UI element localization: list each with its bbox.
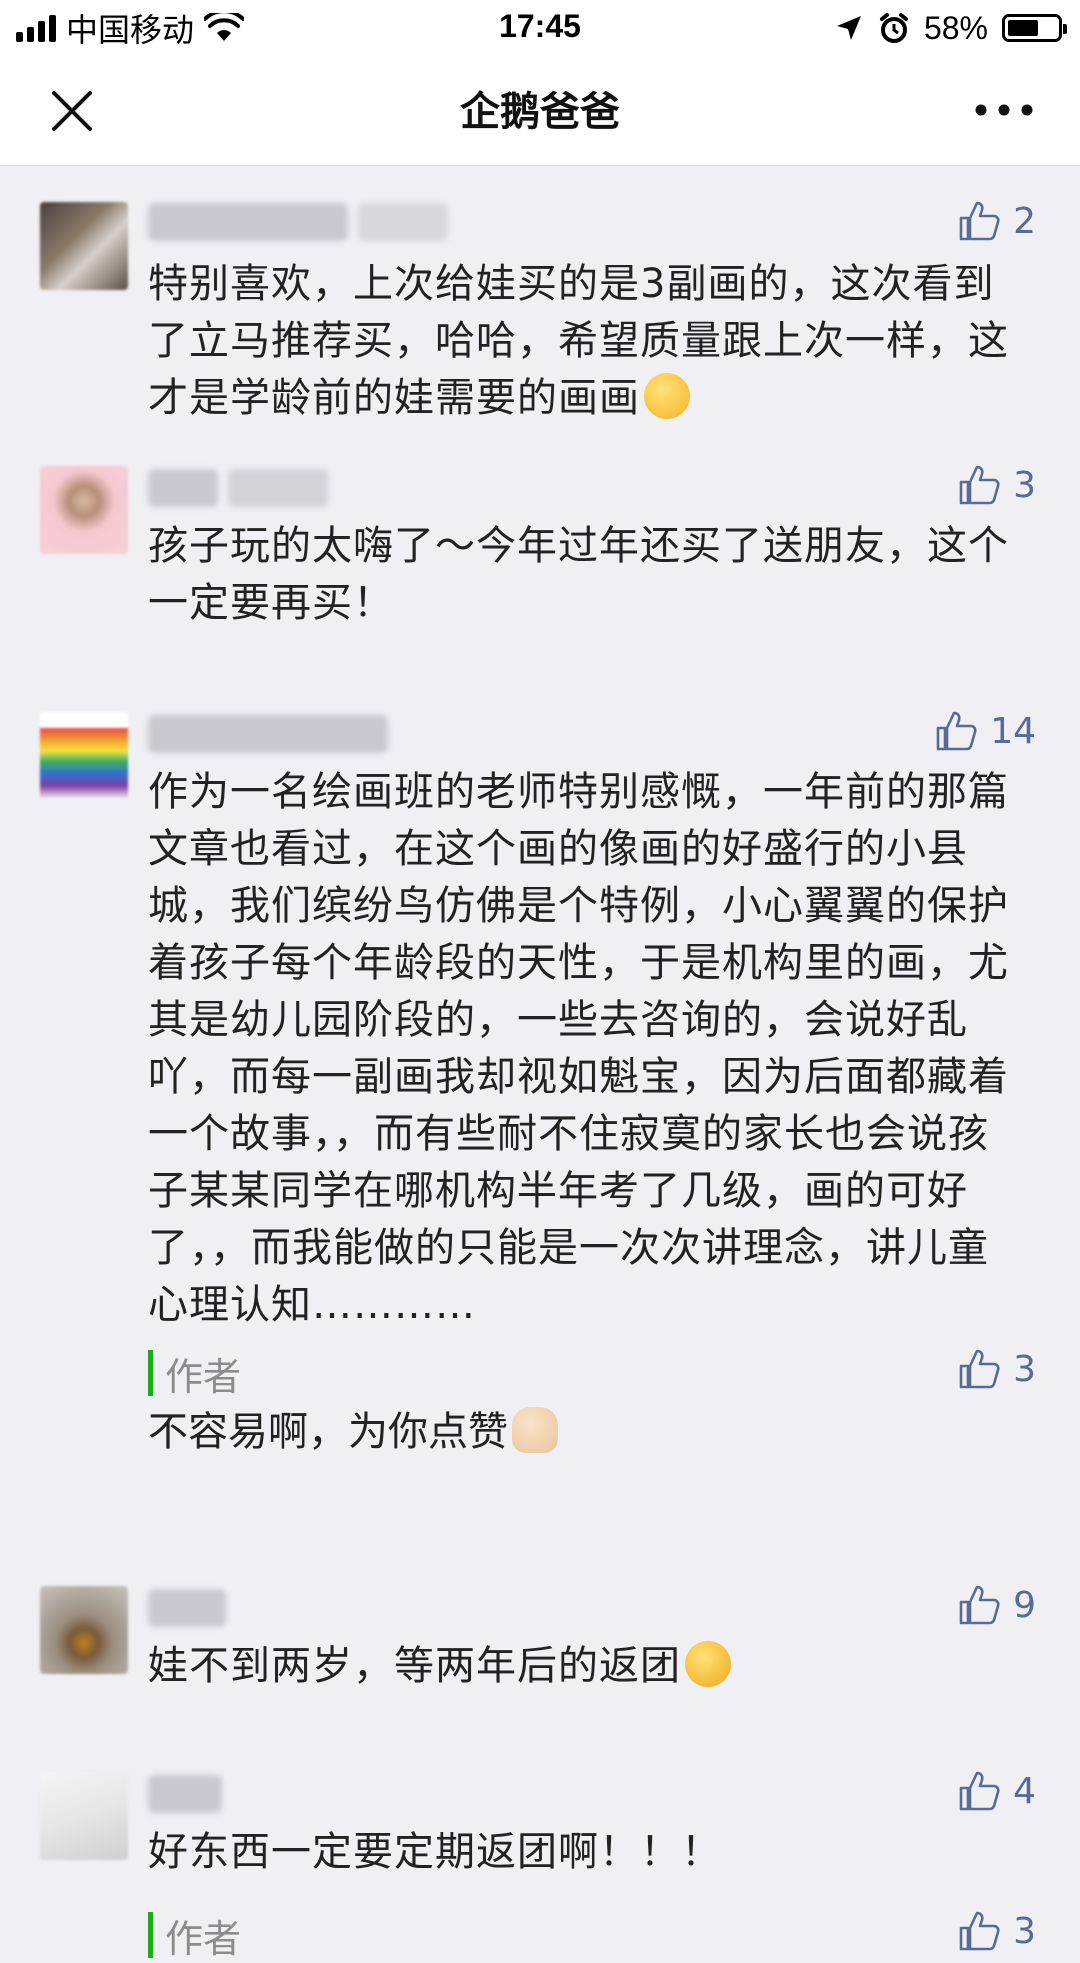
like-button[interactable]: 4: [957, 1766, 1036, 1816]
comment-text: 孩子玩的太嗨了～今年过年还买了送朋友，这个一定要再买！: [148, 523, 1009, 626]
author-reply: 作者 不容易啊，为你点赞: [148, 1350, 1028, 1461]
avatar[interactable]: [40, 466, 128, 554]
avatar[interactable]: [40, 202, 128, 290]
status-bar: 中国移动 17:45 58%: [0, 0, 1080, 55]
like-count: 2: [1013, 200, 1036, 242]
like-count: 3: [1013, 1910, 1036, 1952]
nickname: [148, 466, 328, 510]
page-title: 企鹅爸爸: [460, 89, 620, 135]
like-count: 4: [1013, 1770, 1036, 1812]
like-button[interactable]: 14: [934, 706, 1036, 756]
like-button[interactable]: 9: [957, 1580, 1036, 1630]
like-count: 3: [1013, 1348, 1036, 1390]
nickname: [148, 200, 448, 244]
author-reply-body: 不容易啊，为你点赞: [148, 1409, 508, 1455]
author-reply: 作者: [148, 1912, 1028, 1961]
avatar[interactable]: [40, 1586, 128, 1674]
author-like-button[interactable]: 3: [957, 1906, 1036, 1956]
comment-text: 特别喜欢，上次给娃买的是3副画的，这次看到了立马推荐买，哈哈，希望质量跟上次一样…: [148, 256, 1028, 427]
thumbs-up-icon: [936, 711, 977, 751]
comment-text: 娃不到两岁，等两年后的返团: [148, 1638, 1028, 1695]
like-button[interactable]: 2: [957, 196, 1036, 246]
like-button[interactable]: 3: [957, 460, 1036, 510]
thumbs-up-icon: [959, 465, 1000, 505]
author-label: 作者: [148, 1912, 1028, 1961]
thumbs-up-icon: [959, 1911, 1000, 1951]
nickname: [148, 1772, 222, 1816]
comment-body: 娃不到两岁，等两年后的返团: [148, 1643, 681, 1689]
comment-text: 好东西一定要定期返团啊！！！: [148, 1829, 722, 1875]
battery-percent: 58%: [923, 9, 988, 46]
battery-icon: [1002, 14, 1067, 42]
author-label: 作者: [148, 1350, 1028, 1399]
comment-body: 特别喜欢，上次给娃买的是3副画的，这次看到了立马推荐买，哈哈，希望质量跟上次一样…: [148, 261, 1009, 421]
status-right: 58%: [834, 8, 1067, 48]
thumbs-up-emoji-icon: [512, 1407, 558, 1453]
thumbs-up-icon: [959, 1585, 1000, 1625]
thinking-emoji-icon: [644, 373, 690, 419]
author-like-button[interactable]: 3: [957, 1344, 1036, 1394]
like-count: 9: [1013, 1584, 1036, 1626]
crying-laughing-emoji-icon: [685, 1641, 731, 1687]
thumbs-up-icon: [959, 201, 1000, 241]
alarm-icon: [879, 13, 908, 43]
thumbs-up-icon: [959, 1349, 1000, 1389]
nickname: [148, 712, 388, 756]
more-icon[interactable]: [974, 103, 1034, 117]
author-reply-text: 不容易啊，为你点赞: [148, 1404, 1028, 1461]
like-count: 3: [1013, 464, 1036, 506]
avatar[interactable]: [40, 1772, 128, 1860]
comment-text: 作为一名绘画班的老师特别感慨，一年前的那篇文章也看过，在这个画的像画的好盛行的小…: [148, 769, 1009, 1328]
location-arrow-icon: [836, 16, 861, 40]
nickname: [148, 1586, 226, 1630]
like-count: 14: [990, 710, 1036, 752]
thumbs-up-icon: [959, 1771, 1000, 1811]
nav-bar: 企鹅爸爸: [0, 55, 1080, 166]
avatar[interactable]: [40, 712, 128, 800]
